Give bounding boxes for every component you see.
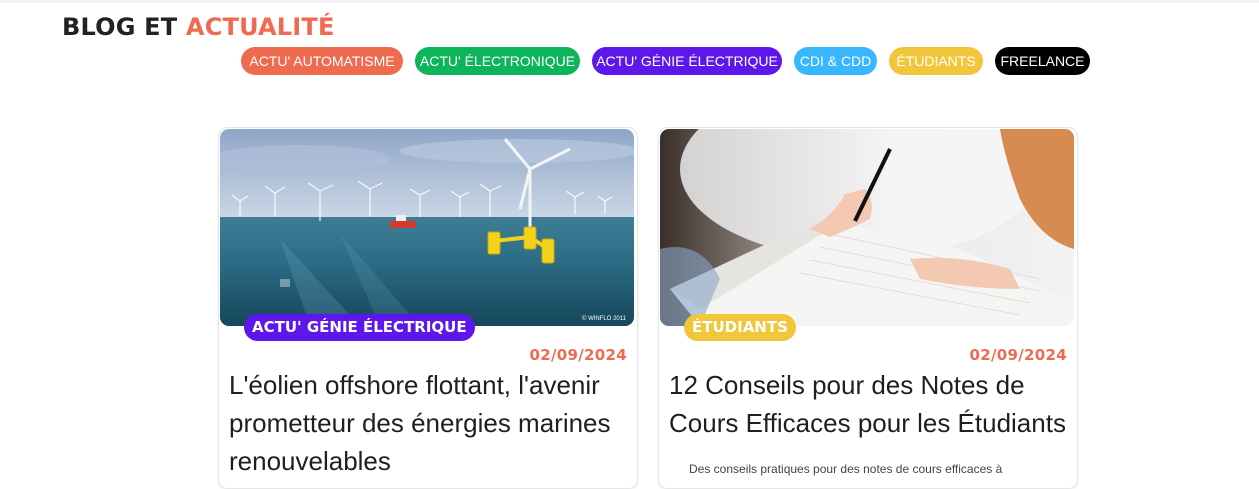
page-title-main: BLOG ET bbox=[62, 13, 186, 41]
category-pill-electronique[interactable]: ACTU' ÉLECTRONIQUE bbox=[415, 47, 580, 75]
post-title[interactable]: L'éolien offshore flottant, l'avenir pro… bbox=[229, 366, 629, 480]
top-border bbox=[0, 0, 1259, 3]
blog-card-notes-de-cours[interactable]: ÉTUDIANTS 02/09/2024 12 Conseils pour de… bbox=[658, 127, 1078, 489]
post-category-badge[interactable]: ACTU' GÉNIE ÉLECTRIQUE bbox=[244, 314, 475, 341]
post-date: 02/09/2024 bbox=[529, 346, 627, 364]
category-filter-bar: ACTU' AUTOMATISME ACTU' ÉLECTRONIQUE ACT… bbox=[0, 47, 1259, 75]
post-title[interactable]: 12 Conseils pour des Notes de Cours Effi… bbox=[669, 366, 1069, 442]
category-pill-genie-electrique[interactable]: ACTU' GÉNIE ÉLECTRIQUE bbox=[592, 47, 782, 75]
page-title-accent: ACTUALITÉ bbox=[185, 13, 335, 41]
card-image-wind-turbines[interactable]: © WINFLO 2011 bbox=[220, 129, 634, 326]
category-pill-etudiants[interactable]: ÉTUDIANTS bbox=[889, 47, 983, 75]
category-pill-cdi-cdd[interactable]: CDI & CDD bbox=[794, 47, 877, 75]
category-pill-freelance[interactable]: FREELANCE bbox=[995, 47, 1090, 75]
page-title: BLOG ET ACTUALITÉ bbox=[62, 13, 335, 41]
post-date: 02/09/2024 bbox=[969, 346, 1067, 364]
category-pill-automatisme[interactable]: ACTU' AUTOMATISME bbox=[241, 47, 403, 75]
card-image-student-writing[interactable] bbox=[660, 129, 1074, 326]
image-credit: © WINFLO 2011 bbox=[582, 316, 626, 322]
blog-card-eolien[interactable]: © WINFLO 2011 ACTU' GÉNIE ÉLECTRIQUE 02/… bbox=[218, 127, 638, 489]
post-category-badge[interactable]: ÉTUDIANTS bbox=[684, 314, 796, 341]
offshore-wind-illustration bbox=[220, 129, 634, 326]
post-excerpt: Des conseils pratiques pour des notes de… bbox=[689, 462, 1003, 476]
student-notebook-photo bbox=[660, 129, 1074, 326]
